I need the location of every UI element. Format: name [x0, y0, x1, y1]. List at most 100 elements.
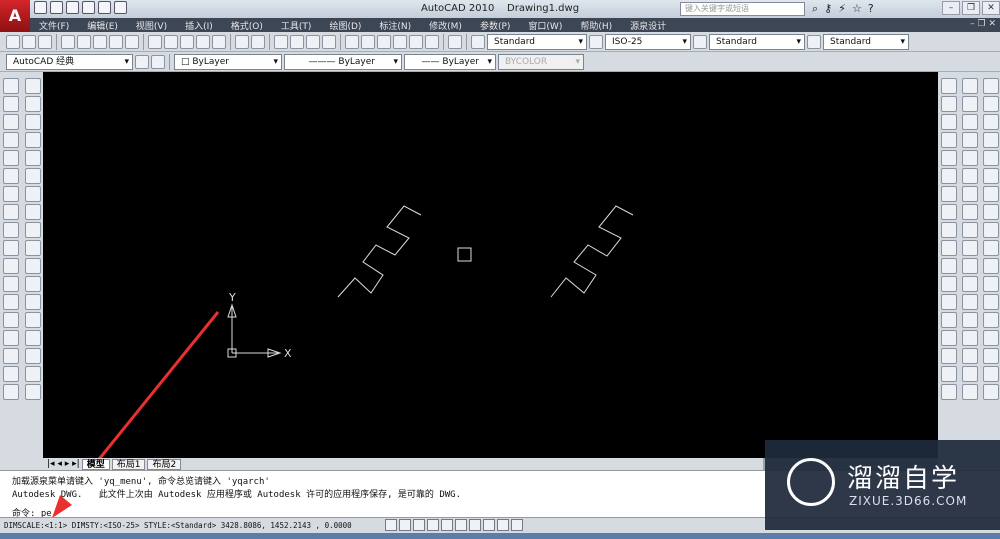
menu-edit[interactable]: 编辑(E) [78, 19, 127, 32]
menu-tools[interactable]: 工具(T) [272, 19, 321, 32]
minimize-button[interactable]: – [942, 1, 960, 15]
block-editor-icon[interactable] [212, 34, 226, 49]
tool-icon[interactable] [941, 258, 957, 274]
ducs-toggle[interactable] [469, 519, 481, 531]
tool-icon[interactable] [3, 168, 19, 184]
design-center-icon[interactable] [361, 34, 375, 49]
tool-icon[interactable] [3, 366, 19, 382]
open-icon[interactable] [22, 34, 36, 49]
dim-style-select[interactable]: ISO-25 [605, 33, 691, 50]
tool-icon[interactable] [983, 168, 999, 184]
tool-icon[interactable] [25, 330, 41, 346]
tool-icon[interactable] [3, 240, 19, 256]
3d-dwf-icon[interactable] [109, 34, 123, 49]
tool-icon[interactable] [983, 240, 999, 256]
tool-icon[interactable] [983, 222, 999, 238]
tool-icon[interactable] [25, 150, 41, 166]
new-icon[interactable] [6, 34, 20, 49]
text-style-select[interactable]: Standard [487, 33, 587, 50]
tool-icon[interactable] [962, 78, 978, 94]
tool-icon[interactable] [983, 312, 999, 328]
publish-icon[interactable] [93, 34, 107, 49]
copy-icon[interactable] [164, 34, 178, 49]
linetype-select[interactable]: ——— ByLayer [284, 53, 402, 70]
tool-icon[interactable] [3, 384, 19, 400]
osnap-toggle[interactable] [441, 519, 453, 531]
menu-window[interactable]: 窗口(W) [519, 19, 571, 32]
tool-icon[interactable] [983, 258, 999, 274]
tool-icon[interactable] [3, 348, 19, 364]
drawing-canvas[interactable]: Y X [43, 72, 938, 458]
zigzag-polyline-right[interactable] [550, 205, 634, 298]
save-icon[interactable] [38, 34, 52, 49]
tool-icon[interactable] [3, 150, 19, 166]
tool-icon[interactable] [941, 294, 957, 310]
menu-format[interactable]: 格式(O) [222, 19, 272, 32]
tool-icon[interactable] [941, 384, 957, 400]
binoculars-icon[interactable]: ⌕ [812, 2, 818, 16]
lineweight-select[interactable]: —— ByLayer [404, 53, 496, 70]
etransmit-icon[interactable] [125, 34, 139, 49]
tool-icon[interactable] [25, 204, 41, 220]
tool-icon[interactable] [25, 384, 41, 400]
tool-icon[interactable] [983, 186, 999, 202]
tool-icon[interactable] [962, 222, 978, 238]
tool-icon[interactable] [25, 366, 41, 382]
calculator-icon[interactable] [425, 34, 439, 49]
menu-file[interactable]: 文件(F) [30, 19, 78, 32]
tool-icon[interactable] [983, 384, 999, 400]
tool-icon[interactable] [941, 276, 957, 292]
tool-icon[interactable] [25, 258, 41, 274]
tool-icon[interactable] [983, 330, 999, 346]
help-icon[interactable] [448, 34, 462, 49]
plot-icon[interactable] [61, 34, 75, 49]
pan-icon[interactable] [274, 34, 288, 49]
help-icon[interactable]: ? [868, 2, 874, 16]
tool-icon[interactable] [983, 294, 999, 310]
maximize-button[interactable]: ❐ [962, 1, 980, 15]
tool-icon[interactable] [983, 348, 999, 364]
close-button[interactable]: ✕ [982, 1, 1000, 15]
tool-icon[interactable] [941, 222, 957, 238]
tool-icon[interactable] [25, 348, 41, 364]
menu-insert[interactable]: 插入(I) [176, 19, 222, 32]
tool-icon[interactable] [941, 330, 957, 346]
key-icon[interactable]: ⚷ [824, 2, 832, 16]
tool-icon[interactable] [941, 186, 957, 202]
tool-icon[interactable] [983, 366, 999, 382]
tool-icon[interactable] [983, 114, 999, 130]
tool-icon[interactable] [962, 330, 978, 346]
tool-icon[interactable] [983, 78, 999, 94]
tool-icon[interactable] [25, 168, 41, 184]
tool-icon[interactable] [941, 312, 957, 328]
tool-icon[interactable] [25, 294, 41, 310]
grid-toggle[interactable] [399, 519, 411, 531]
tool-icon[interactable] [962, 204, 978, 220]
tool-icon[interactable] [941, 96, 957, 112]
tool-icon[interactable] [983, 204, 999, 220]
tool-icon[interactable] [941, 78, 957, 94]
tool-icon[interactable] [25, 186, 41, 202]
multileader-style-select[interactable]: Standard [823, 33, 909, 50]
tool-icon[interactable] [3, 114, 19, 130]
sheet-set-icon[interactable] [393, 34, 407, 49]
layer-icon[interactable] [151, 54, 165, 69]
dyn-toggle[interactable] [483, 519, 495, 531]
markup-icon[interactable] [409, 34, 423, 49]
menu-modify[interactable]: 修改(M) [420, 19, 471, 32]
workspace-settings-icon[interactable] [135, 54, 149, 69]
workspace-select[interactable]: AutoCAD 经典 [6, 53, 133, 70]
zoom-previous-icon[interactable] [322, 34, 336, 49]
table-style-select[interactable]: Standard [709, 33, 805, 50]
tool-icon[interactable] [941, 150, 957, 166]
menu-help[interactable]: 帮助(H) [571, 19, 621, 32]
document-window-controls[interactable]: – ❐ ✕ [970, 19, 996, 29]
tool-icon[interactable] [25, 78, 41, 94]
star-icon[interactable]: ☆ [852, 2, 862, 16]
ortho-toggle[interactable] [413, 519, 425, 531]
otrack-toggle[interactable] [455, 519, 467, 531]
tool-icon[interactable] [962, 348, 978, 364]
tool-icon[interactable] [962, 132, 978, 148]
menu-yq-design[interactable]: 源泉设计 [621, 19, 675, 32]
tool-icon[interactable] [983, 150, 999, 166]
